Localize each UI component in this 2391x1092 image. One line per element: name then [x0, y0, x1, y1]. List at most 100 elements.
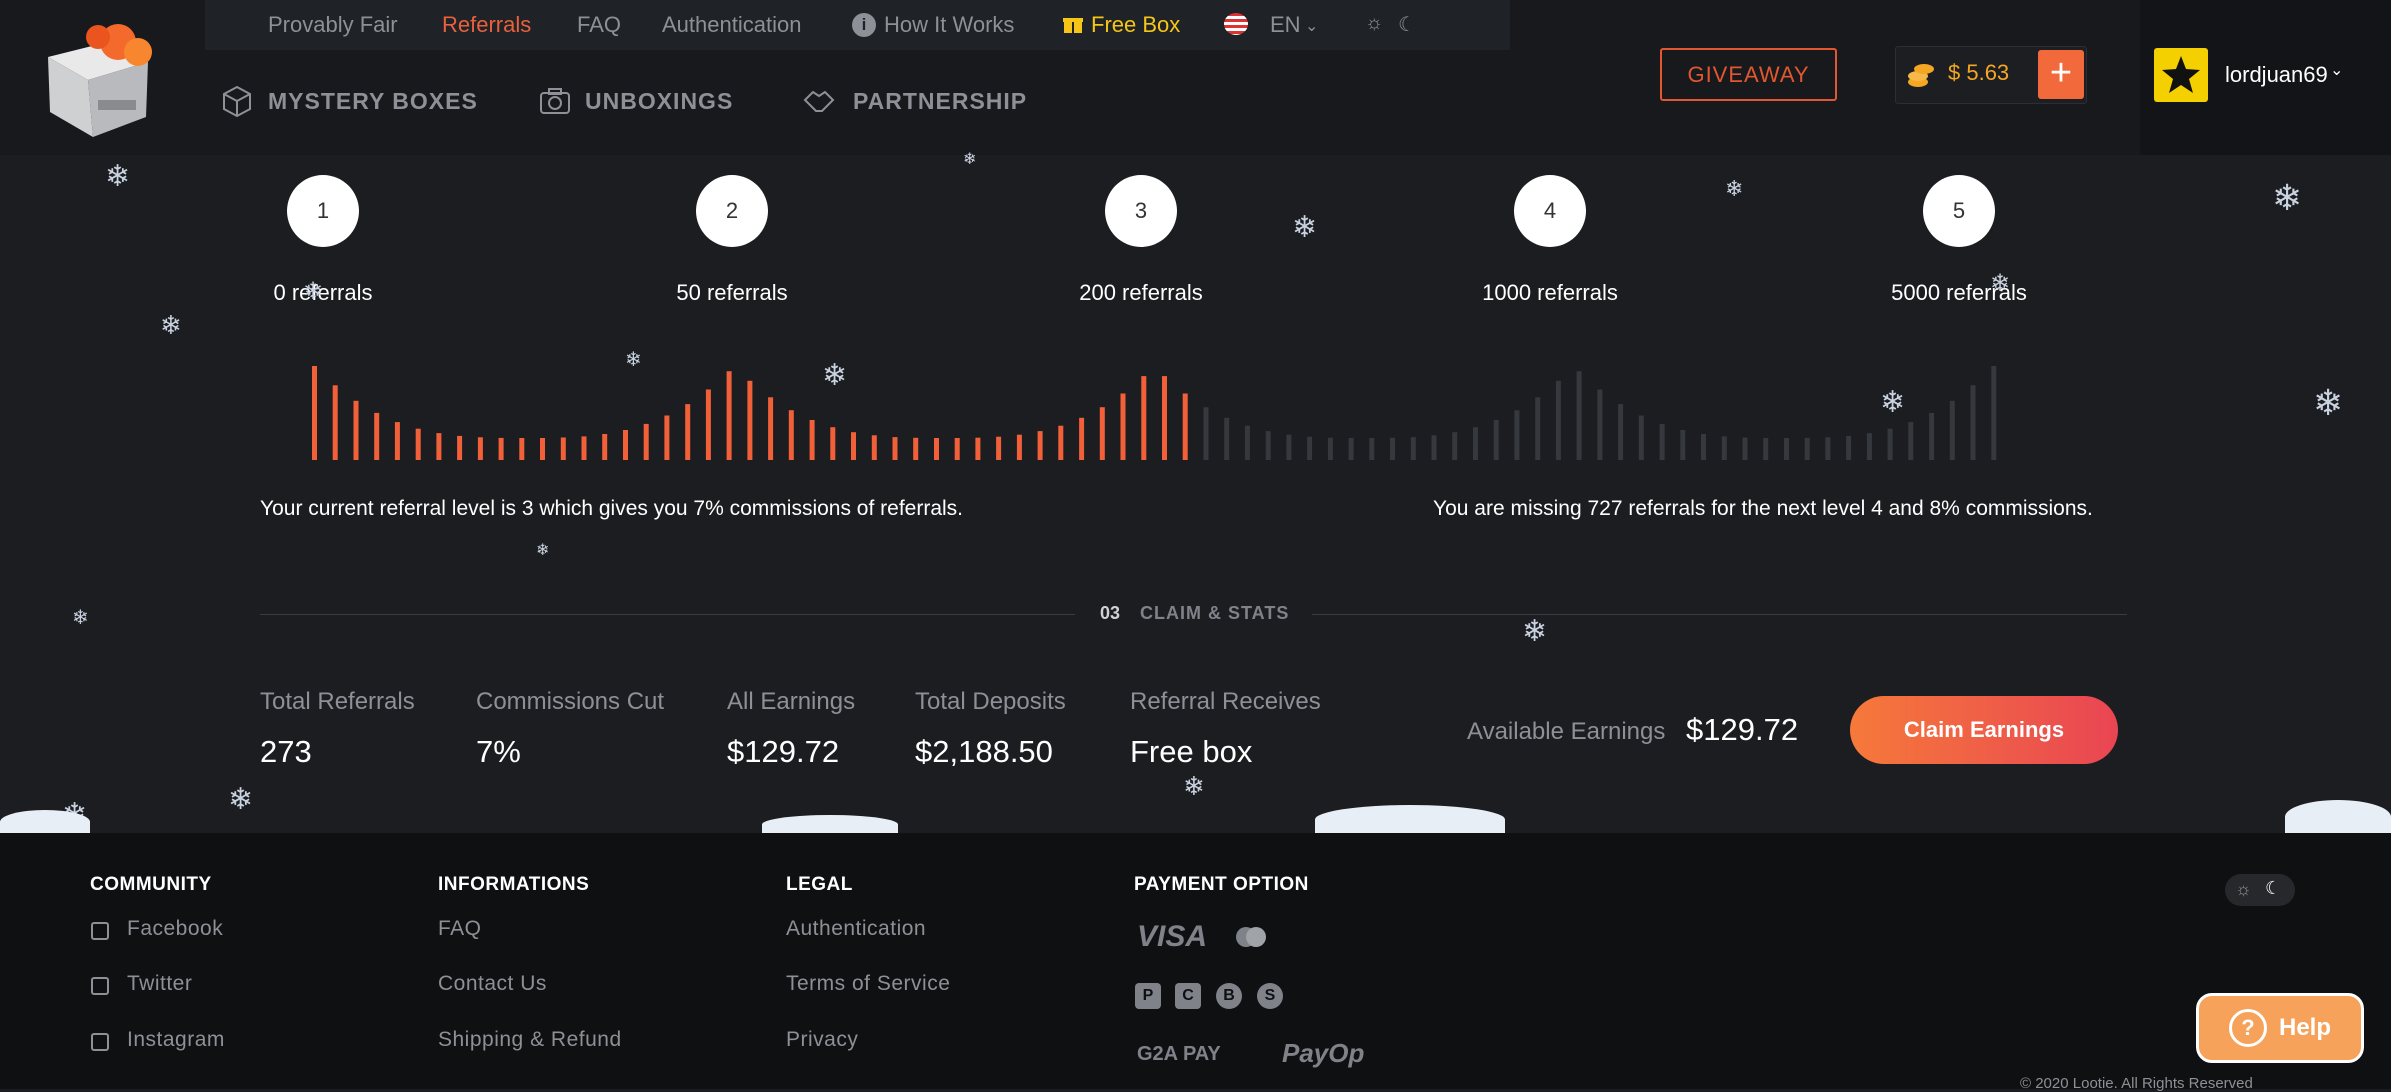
progress-bar-tick: [1079, 417, 1085, 460]
sun-icon[interactable]: ☼: [1365, 12, 1383, 35]
progress-bar-tick: [312, 366, 317, 460]
progress-bar-tick: [394, 422, 400, 460]
progress-bar-tick: [1016, 434, 1022, 460]
progress-bar-tick: [1763, 438, 1769, 460]
progress-bar-tick: [1037, 431, 1043, 460]
nav-how-it-works[interactable]: How It Works: [884, 12, 1014, 38]
language-selector[interactable]: EN: [1270, 12, 1301, 38]
c-payment-icon: C: [1175, 983, 1201, 1009]
footer-link-twitter[interactable]: Twitter: [127, 972, 192, 996]
theme-toggle[interactable]: ☼ ☾: [2225, 874, 2295, 906]
copyright: © 2020 Lootie. All Rights Reserved: [2020, 1075, 2253, 1092]
progress-bar-tick: [788, 410, 794, 460]
footer-link-privacy[interactable]: Privacy: [786, 1028, 858, 1052]
coins-icon: [1906, 60, 1936, 90]
chevron-down-icon: ⌄: [1305, 18, 1319, 35]
progress-bar-tick: [457, 435, 463, 460]
stat-label-referral-receives: Referral Receives: [1130, 688, 1321, 715]
moon-icon[interactable]: ☾: [2265, 878, 2281, 899]
info-icon: i: [852, 13, 876, 37]
progress-bar-tick: [540, 438, 545, 460]
progress-bar-tick: [913, 437, 919, 460]
nav-unboxings[interactable]: UNBOXINGS: [585, 88, 733, 115]
snowflake-icon: ❄: [160, 310, 182, 340]
avatar[interactable]: [2154, 48, 2208, 102]
divider-left: [260, 614, 1075, 615]
footer-link-authentication[interactable]: Authentication: [786, 917, 926, 941]
footer-link-faq[interactable]: FAQ: [438, 917, 482, 941]
progress-bar-tick: [954, 438, 960, 460]
footer-link-contact[interactable]: Contact Us: [438, 972, 547, 996]
giveaway-button[interactable]: GIVEAWAY: [1660, 48, 1837, 101]
moon-icon[interactable]: ☾: [1398, 12, 1416, 37]
progress-bar-tick: [1452, 432, 1458, 460]
nav-mystery-boxes[interactable]: MYSTERY BOXES: [268, 88, 478, 115]
username[interactable]: lordjuan69: [2225, 62, 2328, 88]
balance-amount: $ 5.63: [1948, 60, 2010, 85]
payop-logo: PayOp: [1282, 1038, 1365, 1068]
progress-bar-tick: [1701, 434, 1706, 460]
snowflake-icon: ❄: [105, 160, 131, 193]
steam-icon: S: [1257, 983, 1283, 1009]
footer-link-shipping[interactable]: Shipping & Refund: [438, 1028, 622, 1052]
progress-bar-tick: [1618, 404, 1624, 460]
footer-payment-title: PAYMENT OPTION: [1134, 874, 1309, 895]
footer-link-facebook[interactable]: Facebook: [127, 917, 223, 941]
progress-bar-tick: [1141, 376, 1147, 460]
stat-value-referral-receives: Free box: [1130, 734, 1253, 769]
instagram-icon: [91, 1033, 109, 1051]
progress-bar-tick: [1659, 423, 1665, 460]
progress-bar-tick: [1120, 393, 1126, 460]
snowflake-icon: ❄: [536, 542, 550, 559]
twitter-icon: [91, 977, 109, 995]
level-circle-4: 4: [1514, 175, 1586, 247]
progress-bar-tick: [1369, 438, 1375, 460]
add-funds-button[interactable]: +: [2038, 50, 2084, 99]
footer-link-instagram[interactable]: Instagram: [127, 1028, 225, 1052]
footer-community-title: COMMUNITY: [90, 874, 212, 895]
help-button[interactable]: ? Help: [2196, 993, 2364, 1063]
g2a-pay-logo: G2A PAY: [1137, 1043, 1221, 1065]
nav-provably-fair[interactable]: Provably Fair: [268, 12, 398, 38]
progress-bar-tick: [1244, 425, 1250, 460]
progress-bar-tick: [809, 420, 815, 460]
progress-bar-tick: [892, 437, 898, 460]
progress-bar-tick: [1784, 438, 1789, 460]
stat-value-total-deposits: $2,188.50: [915, 734, 1053, 769]
progress-bar-tick: [934, 438, 939, 460]
nav-partnership[interactable]: PARTNERSHIP: [853, 88, 1027, 115]
nav-faq[interactable]: FAQ: [577, 12, 621, 38]
lootie-logo[interactable]: [38, 12, 163, 152]
progress-bar-tick: [851, 432, 856, 460]
progress-bar-tick: [1846, 435, 1852, 460]
nav-referrals[interactable]: Referrals: [442, 12, 531, 38]
snowflake-icon: ❄: [228, 783, 254, 816]
progress-bar-tick: [560, 437, 566, 460]
progress-bar-tick: [1224, 417, 1230, 460]
snowflake-icon: ❄: [625, 349, 642, 371]
progress-bar-tick: [1742, 437, 1748, 460]
progress-bar-tick: [1825, 437, 1831, 460]
progress-bar-tick: [581, 436, 587, 460]
progress-bar-tick: [1431, 435, 1437, 460]
nav-authentication[interactable]: Authentication: [662, 12, 801, 38]
progress-bar-tick: [871, 435, 877, 460]
claim-earnings-button[interactable]: Claim Earnings: [1850, 696, 2118, 764]
progress-bar-tick: [1887, 428, 1893, 460]
progress-bar-tick: [498, 437, 504, 460]
progress-bar-tick: [1866, 433, 1872, 460]
progress-bar-tick: [332, 385, 338, 460]
sun-icon[interactable]: ☼: [2235, 879, 2252, 900]
progress-bar-tick: [1327, 437, 1333, 460]
footer-link-terms[interactable]: Terms of Service: [786, 972, 950, 996]
user-chevron-down-icon[interactable]: ⌄: [2330, 60, 2343, 80]
progress-bar-tick: [1099, 407, 1105, 460]
snowflake-icon: ❄: [1990, 270, 2011, 297]
level-label-3: 200 referrals: [1079, 280, 1203, 305]
snowflake-icon: ❄: [963, 151, 977, 168]
current-level-message: Your current referral level is 3 which g…: [260, 497, 963, 520]
nav-free-box[interactable]: Free Box: [1091, 12, 1180, 38]
stat-value-all-earnings: $129.72: [727, 734, 840, 769]
progress-bar-tick: [1929, 412, 1935, 460]
progress-bar-tick: [1265, 431, 1271, 460]
